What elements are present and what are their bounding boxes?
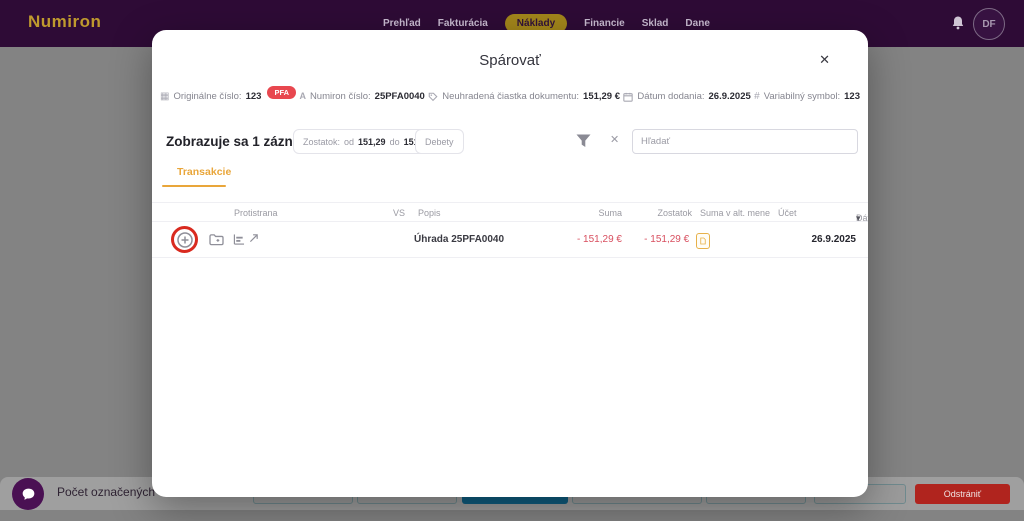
- document-info-row: ▦ Originálne číslo: 123 PFA A Numiron čí…: [160, 90, 860, 103]
- chip-to-label: do: [390, 137, 400, 147]
- app-logo[interactable]: Numiron: [28, 12, 101, 32]
- col-popis[interactable]: Popis: [418, 208, 441, 218]
- row-popis: Úhrada 25PFA0040: [414, 222, 504, 258]
- row-zostatok: - 151,29 €: [644, 234, 689, 245]
- nav-item-sklad[interactable]: Sklad: [642, 18, 669, 29]
- chat-bubble-button[interactable]: [12, 478, 44, 510]
- user-avatar[interactable]: DF: [973, 8, 1005, 40]
- filter-chip-debety[interactable]: Debety: [415, 129, 464, 154]
- info-value: 123: [844, 91, 860, 102]
- search-input[interactable]: [632, 129, 858, 154]
- pair-modal: Spárovať ✕ ▦ Originálne číslo: 123 PFA A…: [152, 30, 868, 497]
- notifications-bell-icon[interactable]: [950, 15, 966, 31]
- info-label: Dátum dodania:: [637, 91, 704, 102]
- info-original-number: ▦ Originálne číslo: 123 PFA: [160, 90, 296, 103]
- info-unpaid-amount: Neuhradená čiastka dokumentu: 151,29 €: [428, 91, 620, 102]
- tab-active-underline: [162, 185, 226, 187]
- info-variable-symbol: # Variabilný symbol: 123: [754, 91, 860, 102]
- nav-item-dane[interactable]: Dane: [685, 18, 709, 29]
- info-label: Originálne číslo:: [173, 91, 241, 102]
- chip-from-value: 151,29: [358, 137, 386, 147]
- col-protistrana[interactable]: Protistrana: [234, 208, 278, 218]
- nav-item-financie[interactable]: Financie: [584, 18, 625, 29]
- info-value: 123: [246, 91, 262, 102]
- chart-bars-icon[interactable]: [233, 234, 245, 245]
- open-external-arrow-icon[interactable]: [249, 233, 259, 243]
- delete-button[interactable]: Odstrániť: [915, 484, 1010, 504]
- chip-prefix: Zostatok:: [303, 137, 340, 147]
- hash-icon: #: [754, 92, 760, 102]
- chip-label: Debety: [425, 137, 454, 147]
- results-count-label: Zobrazuje sa 1 záznam: [166, 129, 312, 155]
- calendar-icon: [623, 92, 633, 102]
- info-label: Numiron číslo:: [310, 91, 371, 102]
- chat-bubble-icon: [20, 486, 37, 503]
- row-datum: 26.9.2025: [812, 222, 857, 258]
- annotation-circle: [171, 226, 198, 253]
- info-value: 26.9.2025: [709, 91, 751, 102]
- search-clear-icon[interactable]: ✕: [610, 133, 619, 146]
- modal-title: Spárovať: [152, 52, 868, 69]
- info-delivery-date: Dátum dodania: 26.9.2025: [623, 91, 750, 102]
- selection-count-label: Počet označených: [57, 485, 155, 499]
- screen: Numiron Prehľad Fakturácia Náklady Finan…: [0, 0, 1024, 521]
- document-indicator-icon[interactable]: [696, 233, 710, 249]
- nav-item-prehlad[interactable]: Prehľad: [383, 18, 421, 29]
- info-label: Variabilný symbol:: [764, 91, 840, 102]
- info-value: 25PFA0040: [375, 91, 425, 102]
- row-suma: - 151,29 €: [577, 222, 622, 258]
- grid-icon: ▦: [160, 92, 169, 102]
- info-value: 151,29 €: [583, 91, 620, 102]
- chip-from-label: od: [344, 137, 354, 147]
- info-label: Neuhradená čiastka dokumentu:: [442, 91, 579, 102]
- tab-transakcie[interactable]: Transakcie: [177, 166, 231, 178]
- filter-funnel-icon[interactable]: [576, 134, 591, 148]
- col-vs[interactable]: VS: [393, 208, 405, 218]
- table-header: Protistrana VS Popis Suma Zostatok Suma …: [152, 202, 868, 222]
- row-zostatok-group: - 151,29 €: [644, 222, 710, 258]
- nav-item-fakturacia[interactable]: Fakturácia: [438, 18, 488, 29]
- close-icon[interactable]: ✕: [815, 50, 834, 70]
- folder-plus-icon[interactable]: [209, 233, 224, 246]
- col-suma[interactable]: Suma: [598, 208, 622, 218]
- font-icon: A: [299, 92, 306, 101]
- col-zostatok[interactable]: Zostatok: [657, 208, 692, 218]
- col-ucet[interactable]: Účet: [778, 208, 797, 218]
- col-suma-alt-mene[interactable]: Suma v alt. mene: [700, 208, 770, 218]
- table-row[interactable]: Úhrada 25PFA0040 - 151,29 € - 151,29 € 2…: [152, 222, 868, 258]
- info-numiron-number: A Numiron číslo: 25PFA0040: [299, 91, 424, 102]
- tag-icon: [428, 92, 438, 102]
- pfa-badge: PFA: [267, 86, 296, 99]
